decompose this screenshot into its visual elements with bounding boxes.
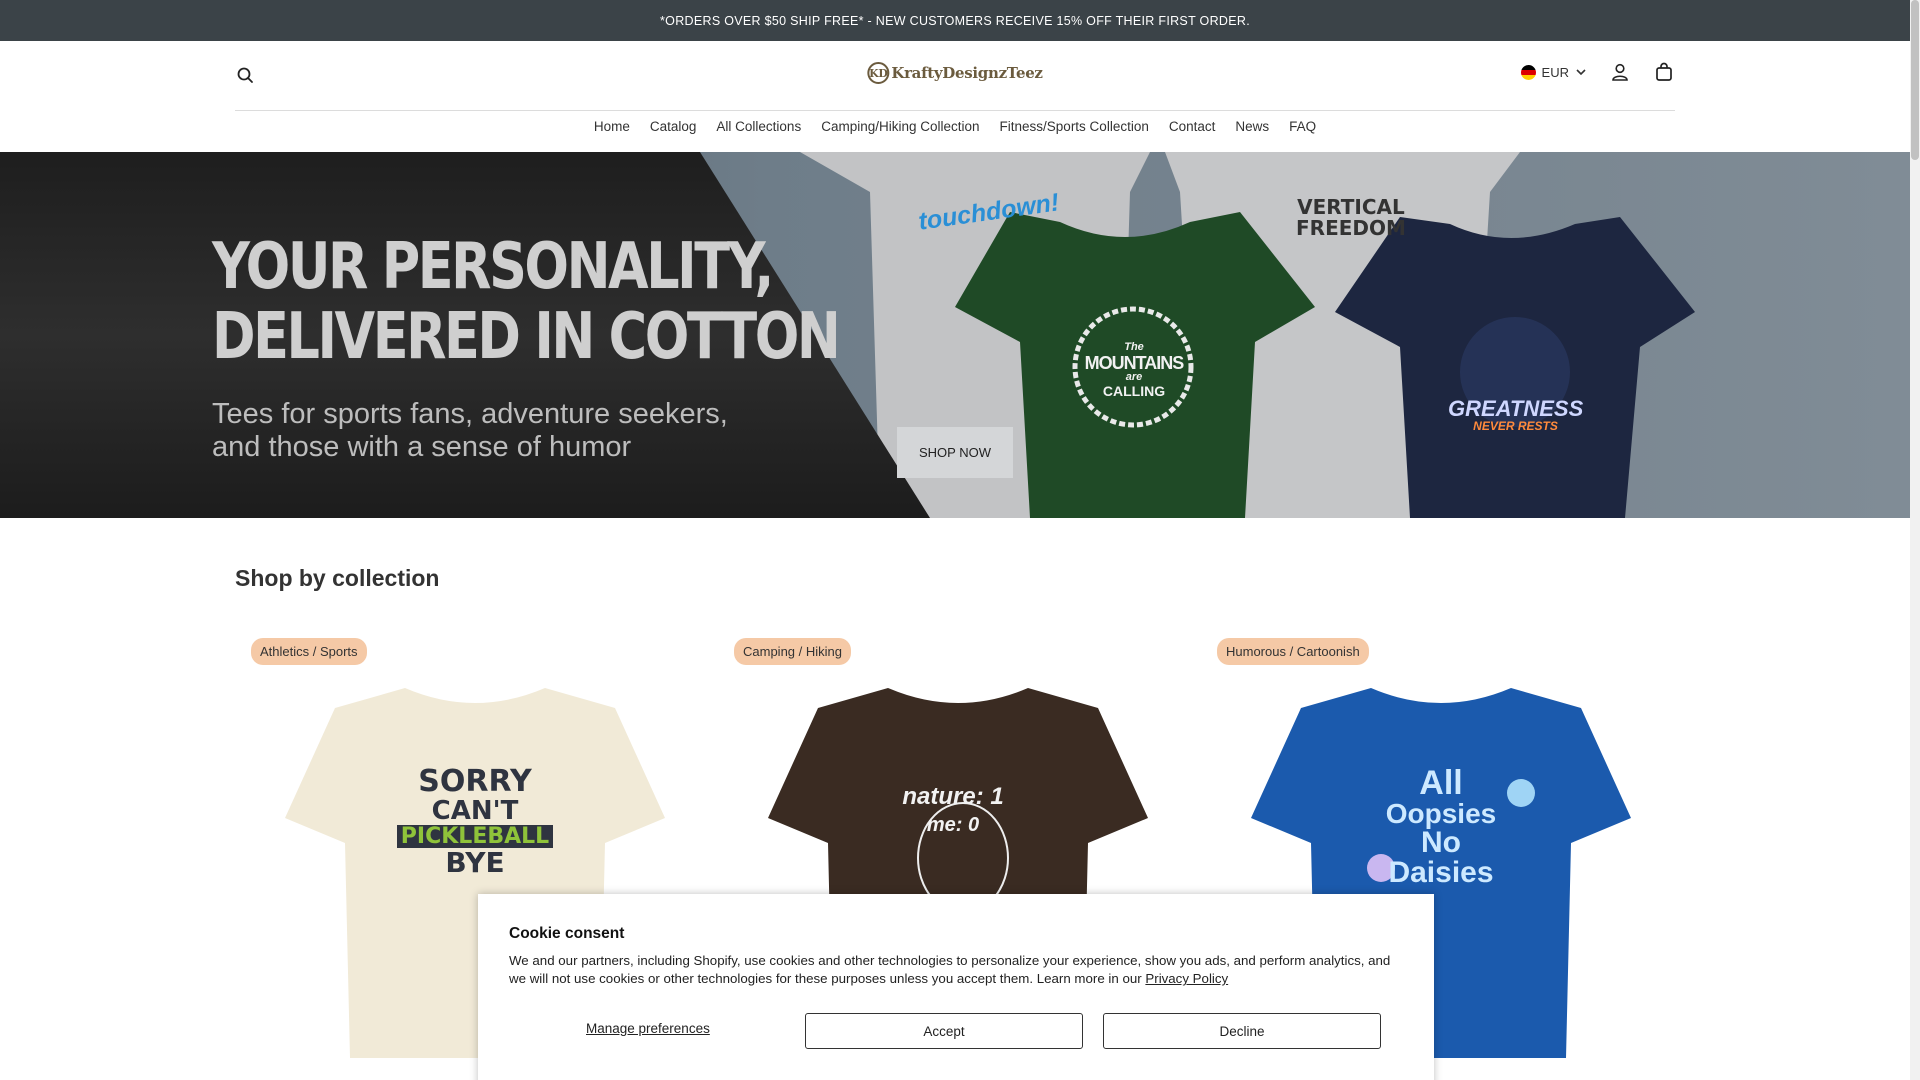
hero-banner: touchdown! VERTICAL FREEDOM The MOUNTAIN… [0, 152, 1910, 518]
nav-camping-hiking[interactable]: Camping/Hiking Collection [821, 119, 979, 134]
announcement-text: *ORDERS OVER $50 SHIP FREE* - NEW CUSTOM… [660, 13, 1250, 28]
collections-title: Shop by collection [235, 565, 440, 591]
announcement-bar: *ORDERS OVER $50 SHIP FREE* - NEW CUSTOM… [0, 0, 1910, 41]
hero-title-line2: DELIVERED IN COTTON [212, 300, 841, 375]
collection-shirt-art: nature: 1 me: 0 [878, 781, 1028, 838]
scrollbar-thumb[interactable] [1911, 0, 1919, 160]
hero-shirt-text-mountains: The MOUNTAINS are CALLING [1075, 341, 1193, 399]
art-line1: All [1419, 764, 1463, 802]
cookie-consent-dialog: Cookie consent We and our partners, incl… [478, 894, 1434, 1080]
nav-home[interactable]: Home [594, 119, 630, 134]
collection-badge: Athletics / Sports [251, 638, 367, 665]
nav-contact[interactable]: Contact [1169, 119, 1216, 134]
flag-icon [1520, 64, 1536, 80]
privacy-policy-link[interactable]: Privacy Policy [1145, 971, 1228, 986]
currency-selector[interactable]: EUR [1520, 64, 1587, 80]
header-top: KD KraftyDesignzTeez EUR [235, 41, 1675, 111]
search-icon[interactable] [235, 65, 257, 87]
nav-faq[interactable]: FAQ [1289, 119, 1316, 134]
decline-button[interactable]: Decline [1103, 1013, 1381, 1049]
cookie-title: Cookie consent [509, 925, 625, 942]
nav-news[interactable]: News [1235, 119, 1269, 134]
greatness-line1: GREATNESS [1448, 396, 1584, 421]
art-line1: nature: 1 [902, 783, 1004, 810]
main-nav: Home Catalog All Collections Camping/Hik… [0, 119, 1910, 134]
chevron-down-icon [1576, 69, 1586, 76]
account-icon[interactable] [1609, 61, 1631, 83]
hero-subtitle-line2: and those with a sense of humor [212, 431, 632, 464]
vertical-line2: FREEDOM [1296, 216, 1406, 240]
hero-shirt-text-vertical: VERTICAL FREEDOM [1296, 197, 1406, 239]
mountains-line2: MOUNTAINS [1084, 352, 1185, 373]
header-actions: EUR [1520, 61, 1675, 83]
manage-preferences-link[interactable]: Manage preferences [586, 1021, 710, 1036]
art-line2: Oopsies [1385, 798, 1497, 829]
greatness-line2: NEVER RESTS [1473, 419, 1558, 434]
art-line1: SORRY [418, 764, 532, 799]
art-line4: BYE [445, 845, 505, 879]
collection-shirt-art: SORRY CAN'T PICKLEBALL BYE [385, 766, 565, 877]
shop-now-button[interactable]: SHOP NOW [897, 427, 1013, 478]
cart-icon[interactable] [1653, 61, 1675, 83]
mountains-line4: CALLING [1102, 382, 1166, 399]
collection-badge: Camping / Hiking [734, 638, 851, 665]
cookie-body: We and our partners, including Shopify, … [509, 953, 1391, 987]
nav-all-collections[interactable]: All Collections [716, 119, 801, 134]
art-line3: PICKLEBALL [396, 825, 554, 848]
collection-badge: Humorous / Cartoonish [1217, 638, 1369, 665]
hero-title-line1: YOUR PERSONALITY, [212, 230, 774, 304]
art-line3: No [1421, 826, 1461, 859]
accept-button[interactable]: Accept [805, 1013, 1083, 1049]
art-line4: Daisies [1388, 856, 1494, 889]
collection-shirt-art: All Oopsies No Daisies [1351, 766, 1531, 888]
currency-label: EUR [1541, 64, 1569, 80]
hero-title: YOUR PERSONALITY, DELIVERED IN COTTON [212, 230, 841, 375]
hero-subtitle-line1: Tees for sports fans, adventure seekers, [212, 398, 728, 430]
logo-mark: KD [867, 62, 890, 84]
nav-fitness-sports[interactable]: Fitness/Sports Collection [1000, 119, 1149, 134]
site-logo[interactable]: KD KraftyDesignzTeez [867, 62, 1043, 84]
hero-subtitle: Tees for sports fans, adventure seekers,… [212, 398, 728, 465]
mountains-line1: The [1124, 341, 1144, 353]
nav-catalog[interactable]: Catalog [650, 119, 697, 134]
hero-shirt-text-greatness: GREATNESS NEVER RESTS [1448, 397, 1583, 433]
vertical-line1: VERTICAL [1297, 195, 1405, 219]
page-scrollbar[interactable] [1910, 0, 1920, 1080]
logo-text: KraftyDesignzTeez [891, 64, 1043, 82]
cookie-text: We and our partners, including Shopify, … [509, 952, 1399, 989]
art-line2: me: 0 [926, 814, 980, 837]
art-line2: CAN'T [431, 795, 519, 826]
site-header: KD KraftyDesignzTeez EUR Home Catalog Al… [0, 41, 1910, 152]
